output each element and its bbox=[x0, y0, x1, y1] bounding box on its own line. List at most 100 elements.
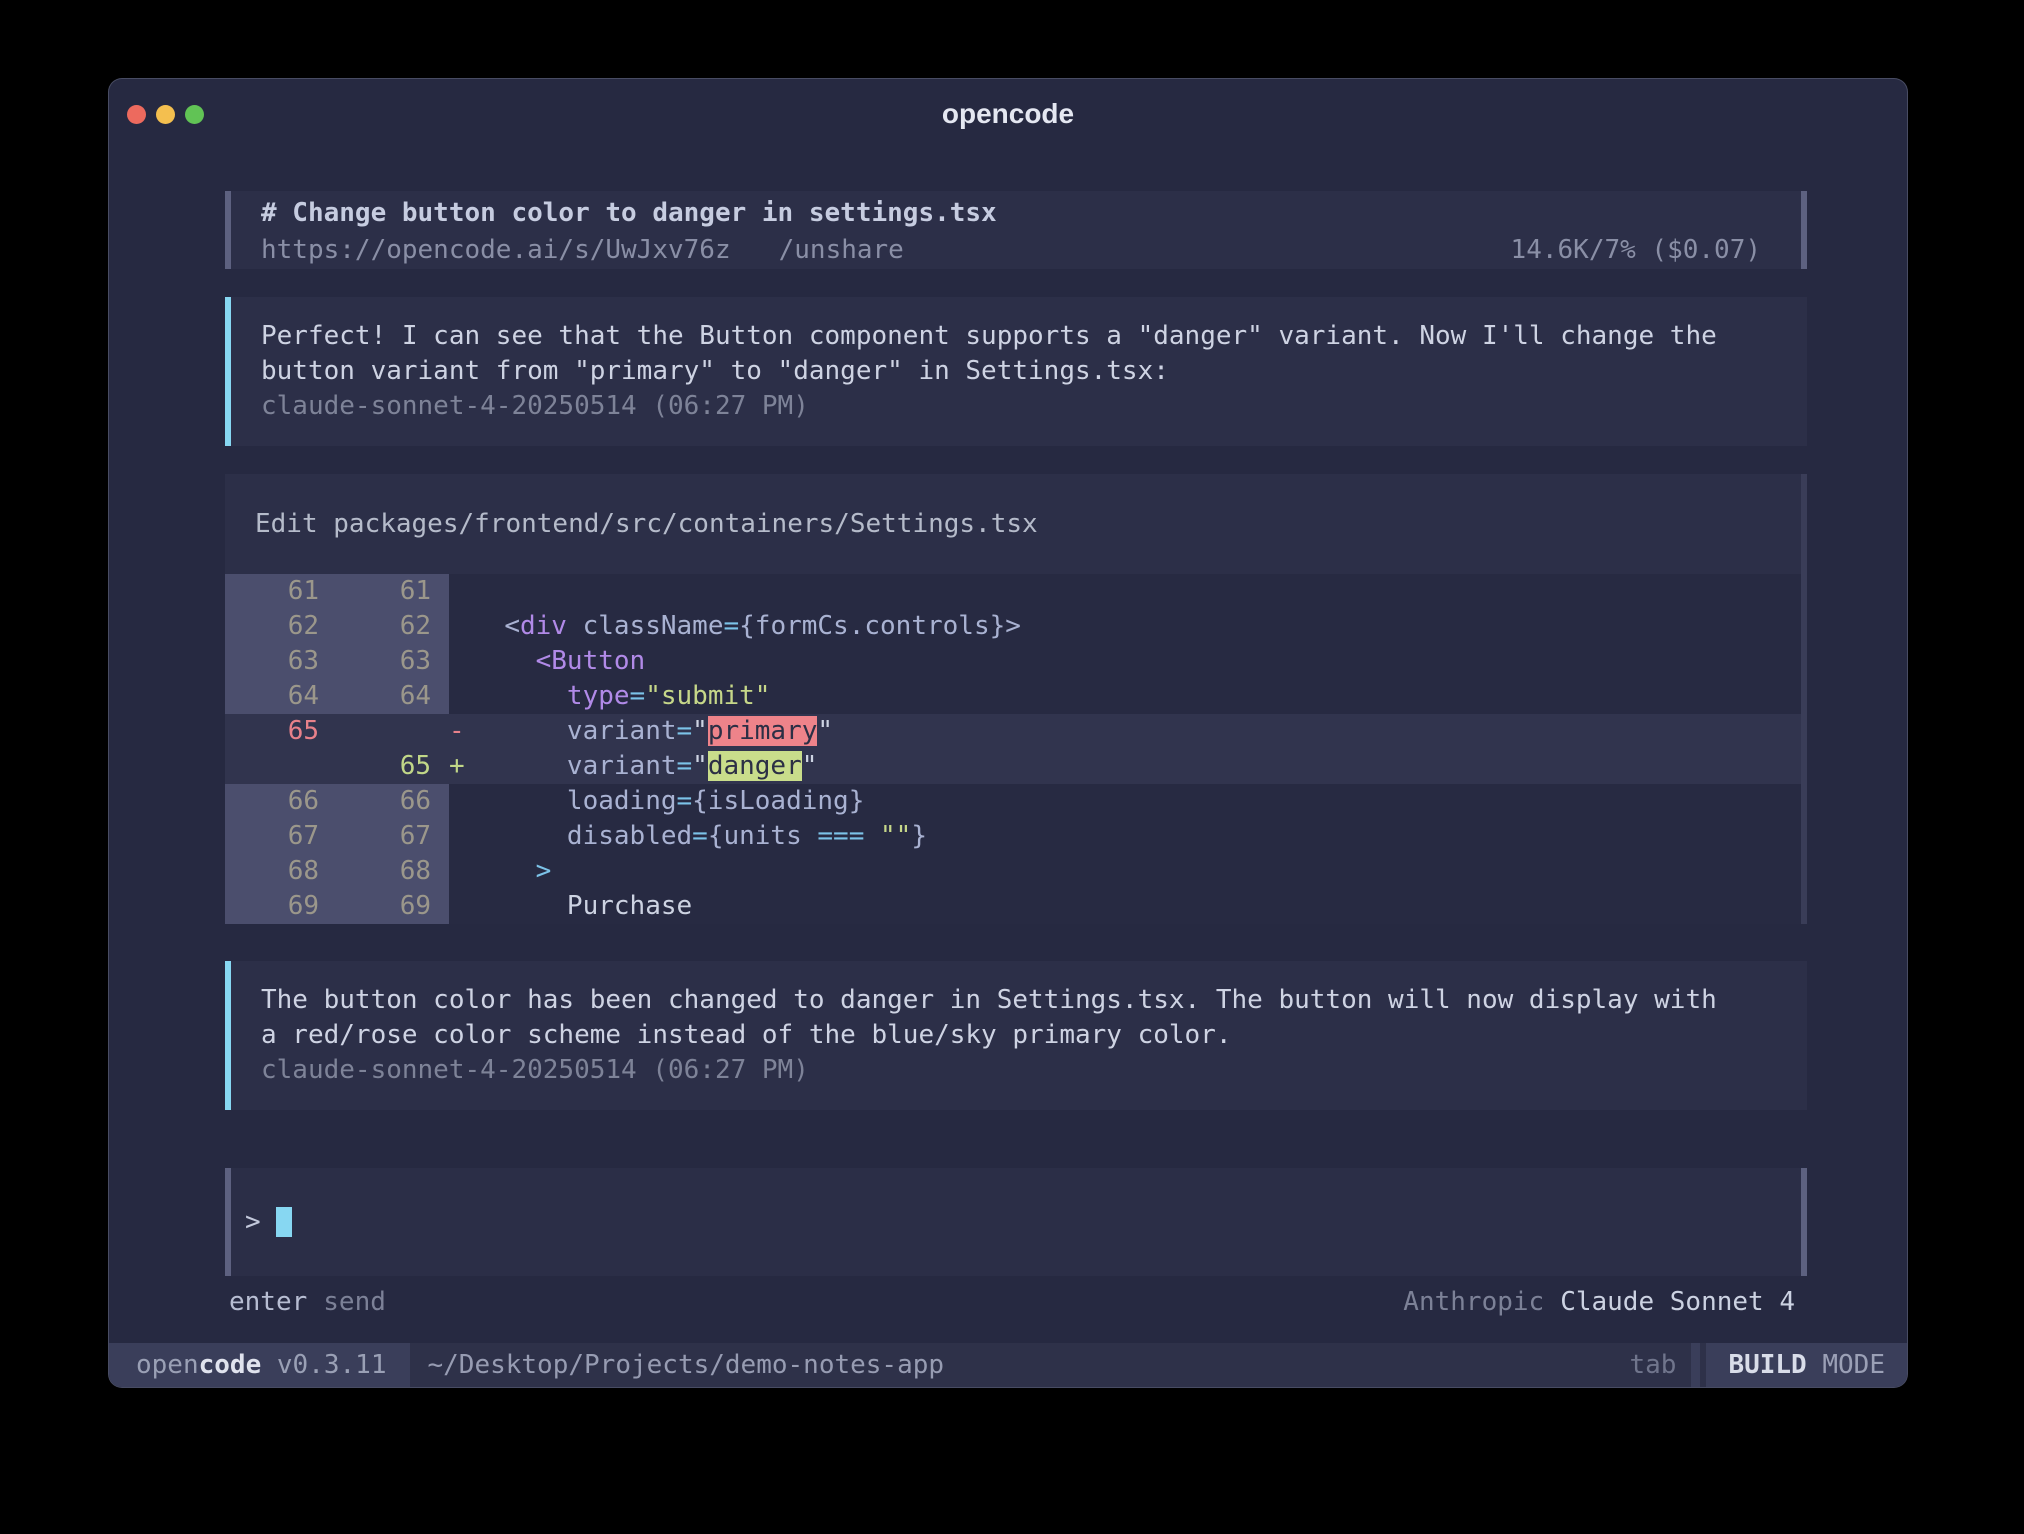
code-token: danger bbox=[708, 751, 802, 781]
diff-gutter: 65 bbox=[225, 714, 449, 749]
code-token bbox=[473, 786, 567, 816]
diff-row: 6464 type="submit" bbox=[225, 679, 1807, 714]
diff-sign bbox=[449, 889, 473, 924]
code-token: variant bbox=[567, 716, 677, 746]
code-token: = bbox=[677, 716, 693, 746]
diff-gutter: 6666 bbox=[225, 784, 449, 819]
assistant-message: The button color has been changed to dan… bbox=[225, 961, 1807, 1110]
line-number: 67 bbox=[337, 819, 449, 854]
line-number: 63 bbox=[225, 644, 337, 679]
code-token: loading bbox=[567, 786, 677, 816]
code-token: type bbox=[567, 681, 630, 711]
code-token bbox=[864, 821, 880, 851]
code-token: = bbox=[630, 681, 646, 711]
line-number: 66 bbox=[225, 784, 337, 819]
code-token bbox=[473, 681, 567, 711]
session-title: # Change button color to danger in setti… bbox=[261, 194, 1761, 232]
code-token: Purchase bbox=[567, 891, 692, 921]
diff-row: 6868 > bbox=[225, 854, 1807, 889]
titlebar: opencode bbox=[109, 79, 1907, 149]
prompt-symbol: > bbox=[245, 1207, 261, 1237]
status-bar: opencode v0.3.11 ~/Desktop/Projects/demo… bbox=[109, 1343, 1907, 1387]
diff-gutter: 65 bbox=[225, 749, 449, 784]
code-token bbox=[473, 611, 504, 641]
mode-word: MODE bbox=[1807, 1350, 1885, 1380]
code-line: variant="danger" bbox=[473, 749, 1807, 784]
model-label: Claude Sonnet 4 bbox=[1560, 1284, 1795, 1320]
diff-sign bbox=[449, 819, 473, 854]
code-token: {isLoading} bbox=[692, 786, 864, 816]
diff-sign bbox=[449, 609, 473, 644]
provider-label: Anthropic bbox=[1403, 1284, 1544, 1320]
share-url[interactable]: https://opencode.ai/s/UwJxv76z bbox=[261, 232, 731, 268]
code-token bbox=[473, 646, 536, 676]
code-token bbox=[473, 891, 567, 921]
code-token bbox=[473, 821, 567, 851]
line-number: 69 bbox=[337, 889, 449, 924]
app-version: v0.3.11 bbox=[261, 1350, 386, 1380]
code-token bbox=[473, 751, 567, 781]
text-cursor bbox=[276, 1207, 292, 1237]
diff-sign bbox=[449, 644, 473, 679]
working-directory: ~/Desktop/Projects/demo-notes-app bbox=[410, 1343, 944, 1387]
model-timestamp: claude-sonnet-4-20250514 (06:27 PM) bbox=[261, 389, 1777, 424]
code-token: } bbox=[911, 821, 927, 851]
line-number: 67 bbox=[225, 819, 337, 854]
line-number: 64 bbox=[337, 679, 449, 714]
diff-gutter: 6161 bbox=[225, 574, 449, 609]
code-token: className bbox=[583, 611, 724, 641]
code-token: = bbox=[692, 821, 708, 851]
code-token: = bbox=[677, 786, 693, 816]
app-name-bold: code bbox=[199, 1350, 262, 1380]
line-number: 68 bbox=[337, 854, 449, 889]
code-line: <Button bbox=[473, 644, 1807, 679]
code-token: = bbox=[677, 751, 693, 781]
code-token: " bbox=[802, 751, 818, 781]
code-line: disabled={units === ""} bbox=[473, 819, 1807, 854]
session-header: # Change button color to danger in setti… bbox=[225, 191, 1807, 269]
main-content: # Change button color to danger in setti… bbox=[109, 149, 1907, 1320]
line-number: 65 bbox=[225, 714, 337, 749]
app-name-regular: open bbox=[136, 1350, 199, 1380]
code-token: div bbox=[520, 611, 567, 641]
diff-gutter: 6868 bbox=[225, 854, 449, 889]
code-line: Purchase bbox=[473, 889, 1807, 924]
mode-segment[interactable]: BUILD MODE bbox=[1706, 1343, 1907, 1387]
diff-row: 6969 Purchase bbox=[225, 889, 1807, 924]
code-token: primary bbox=[708, 716, 818, 746]
tab-key-hint[interactable]: tab bbox=[1629, 1343, 1676, 1387]
diff-sign bbox=[449, 679, 473, 714]
line-number: 63 bbox=[337, 644, 449, 679]
diff-row: 6767 disabled={units === ""} bbox=[225, 819, 1807, 854]
assistant-message: Perfect! I can see that the Button compo… bbox=[225, 297, 1807, 446]
spacer bbox=[944, 1343, 1629, 1387]
code-line bbox=[473, 574, 1807, 609]
code-token: > bbox=[536, 856, 552, 886]
message-line: Perfect! I can see that the Button compo… bbox=[261, 319, 1777, 354]
diff-gutter: 6262 bbox=[225, 609, 449, 644]
line-number bbox=[225, 749, 337, 784]
code-token: {formCs.controls}> bbox=[739, 611, 1021, 641]
line-number: 61 bbox=[225, 574, 337, 609]
diff-gutter: 6363 bbox=[225, 644, 449, 679]
code-line: type="submit" bbox=[473, 679, 1807, 714]
scrollbar-track[interactable] bbox=[1801, 474, 1807, 924]
code-token: variant bbox=[567, 751, 677, 781]
prompt-input[interactable]: > bbox=[225, 1168, 1807, 1276]
line-number: 68 bbox=[225, 854, 337, 889]
code-token: "submit" bbox=[645, 681, 770, 711]
code-token: === bbox=[817, 821, 864, 851]
message-line: a red/rose color scheme instead of the b… bbox=[261, 1018, 1777, 1053]
diff-row: 65+ variant="danger" bbox=[225, 749, 1807, 784]
diff-sign: - bbox=[449, 714, 473, 749]
diff-sign: + bbox=[449, 749, 473, 784]
diff-gutter: 6464 bbox=[225, 679, 449, 714]
unshare-command: /unshare bbox=[779, 232, 904, 268]
diff-sign bbox=[449, 854, 473, 889]
line-number: 69 bbox=[225, 889, 337, 924]
edit-tool-card: Edit packages/frontend/src/containers/Se… bbox=[225, 474, 1807, 924]
message-line: button variant from "primary" to "danger… bbox=[261, 354, 1777, 389]
diff-sign bbox=[449, 784, 473, 819]
code-token: disabled bbox=[567, 821, 692, 851]
message-line: The button color has been changed to dan… bbox=[261, 983, 1777, 1018]
